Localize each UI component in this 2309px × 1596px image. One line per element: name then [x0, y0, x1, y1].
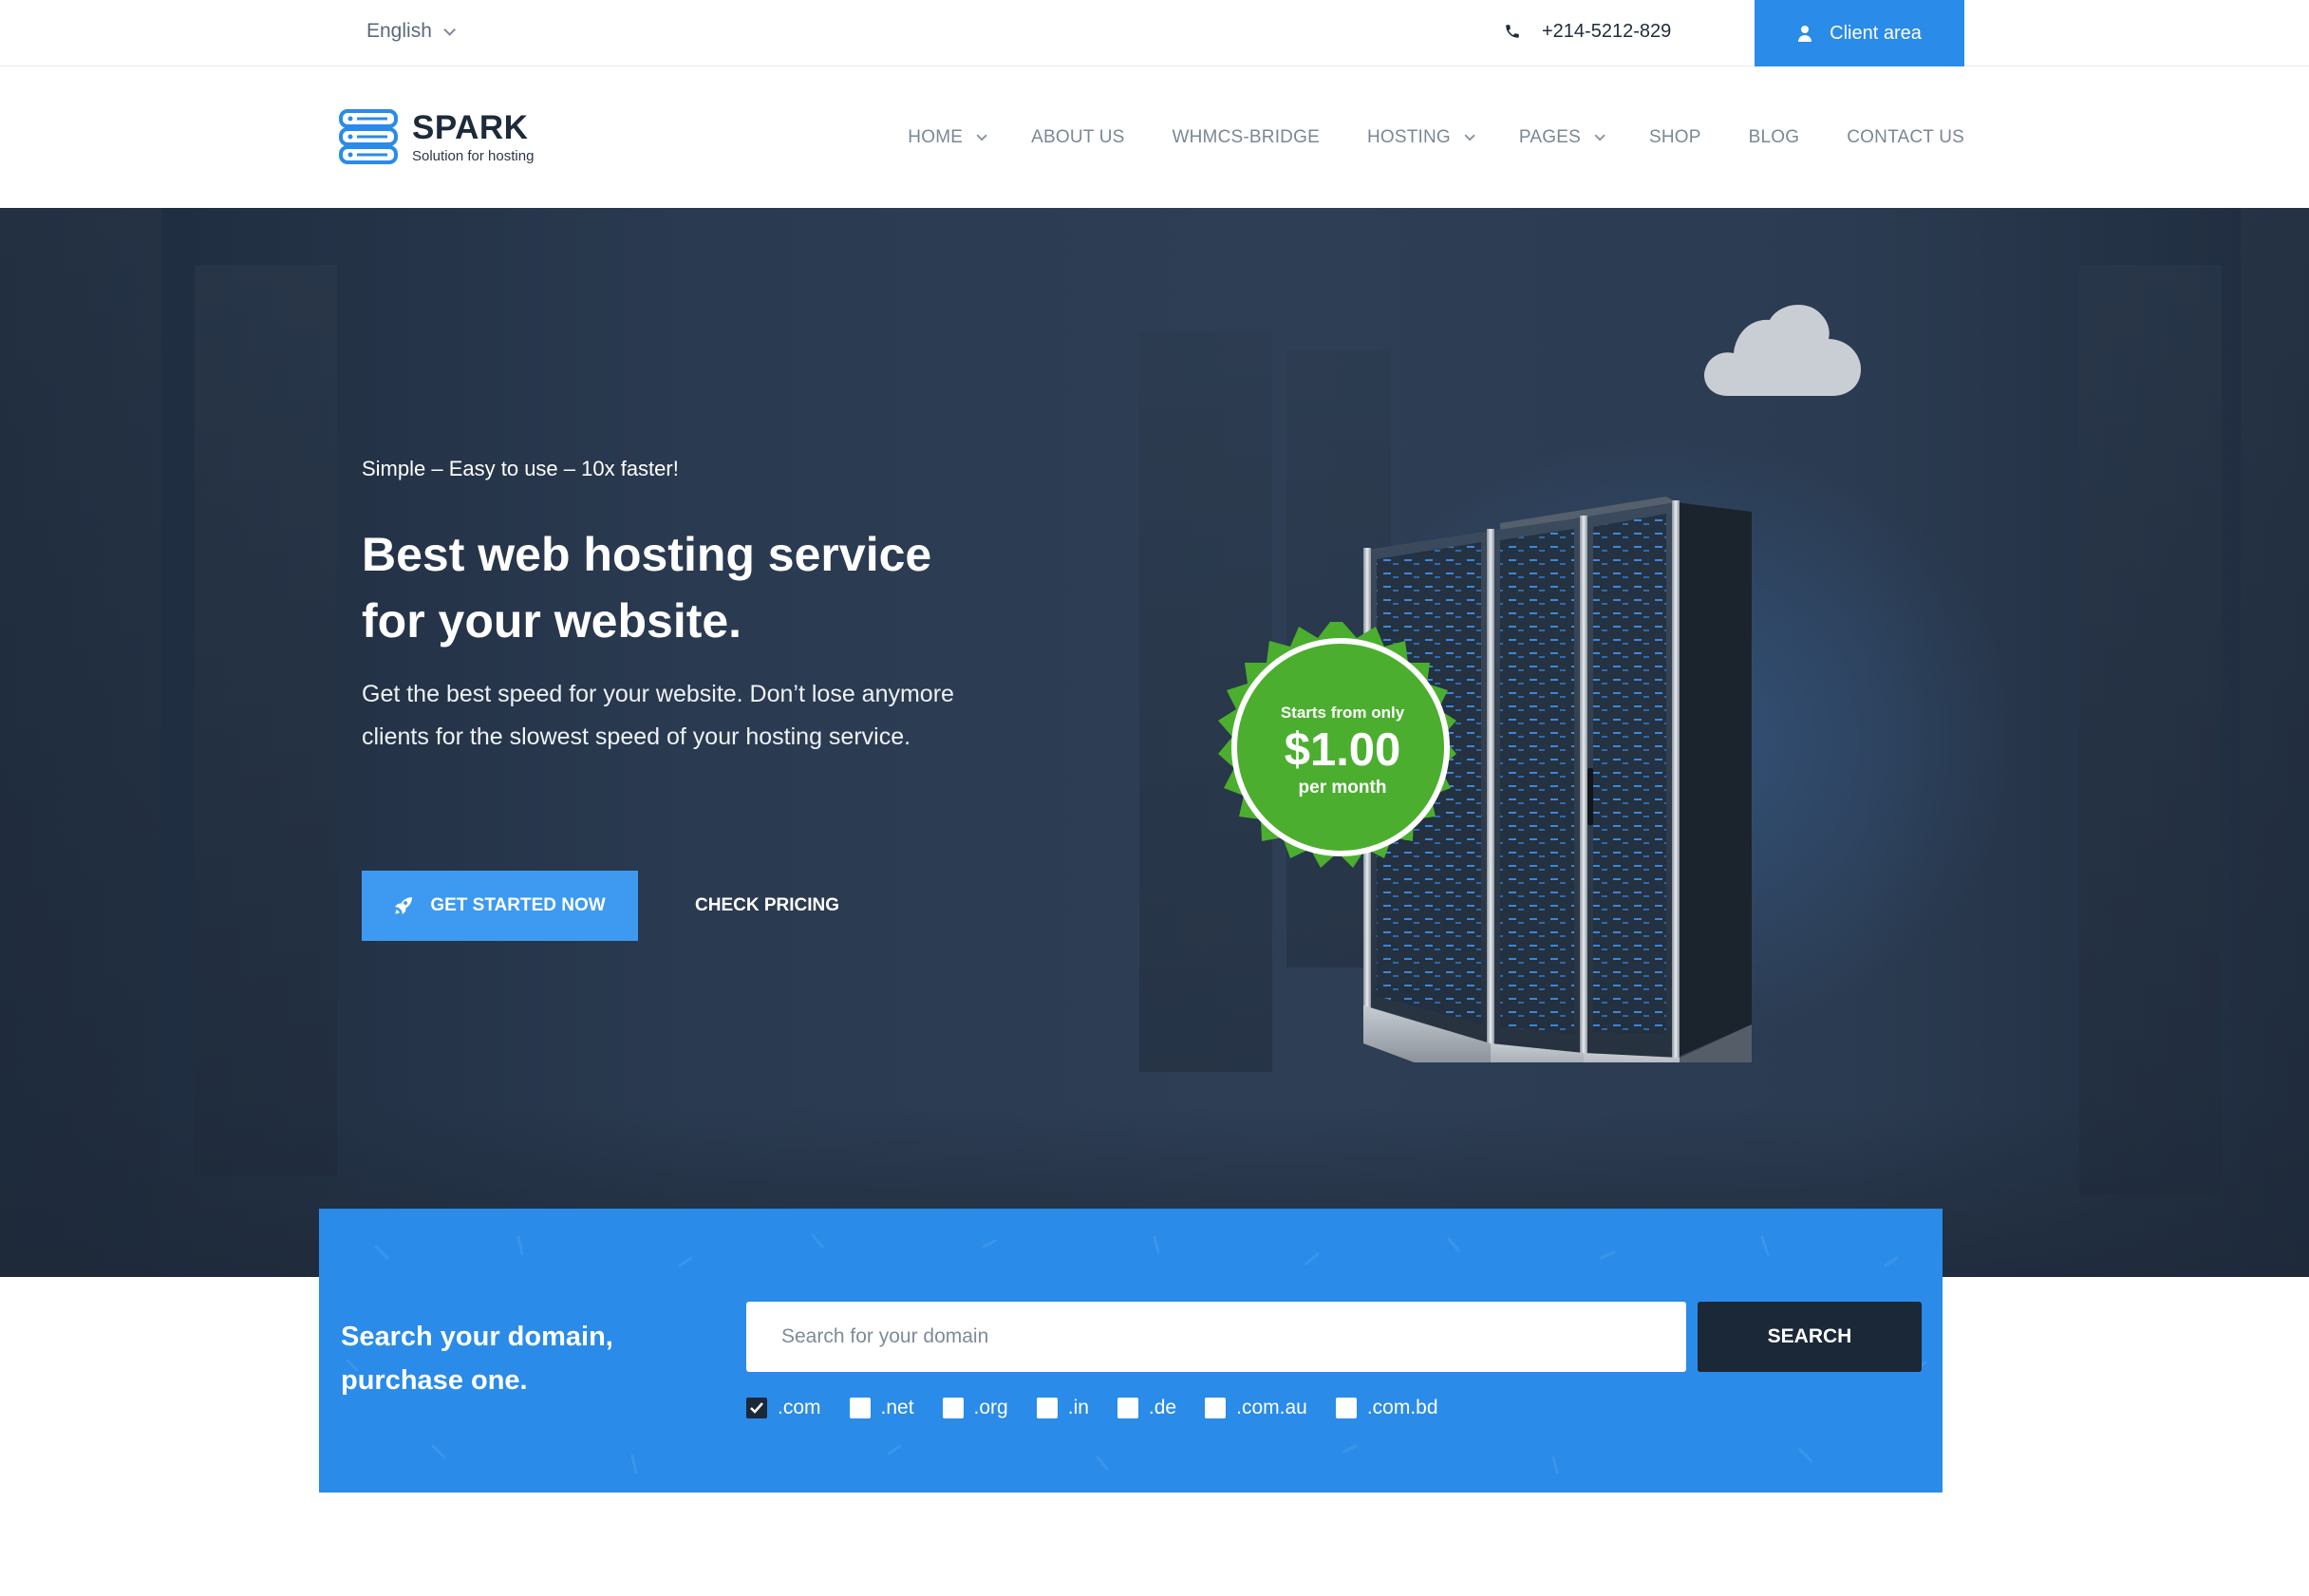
- nav-label: BLOG: [1748, 126, 1800, 147]
- checkbox[interactable]: [849, 1398, 871, 1418]
- checkbox[interactable]: [1205, 1398, 1227, 1418]
- nav-item-pages[interactable]: PAGES: [1518, 126, 1605, 148]
- domain-search-section: Search your domain, purchase one. SEARCH…: [319, 1209, 1943, 1493]
- chevron-down-icon: [1464, 129, 1475, 141]
- badge-per-month: per month: [1298, 778, 1387, 798]
- nav-label: ABOUT US: [1031, 126, 1125, 147]
- nav-label: PAGES: [1518, 126, 1581, 147]
- nav-item-blog[interactable]: BLOG: [1749, 127, 1800, 148]
- hero-title-line2: for your website.: [362, 594, 742, 648]
- nav-item-contact-us[interactable]: CONTACT US: [1847, 127, 1964, 148]
- search-button[interactable]: SEARCH: [1698, 1302, 1922, 1372]
- checkmark-icon: [750, 1402, 763, 1414]
- nav-item-shop[interactable]: SHOP: [1649, 127, 1701, 148]
- checkbox[interactable]: [1117, 1398, 1138, 1418]
- get-started-button[interactable]: GET STARTED NOW: [362, 871, 638, 941]
- main-header: SPARK Solution for hosting HOME ABOUT US…: [0, 66, 2309, 208]
- client-area-label: Client area: [1830, 22, 1922, 44]
- nav-item-hosting[interactable]: HOSTING: [1366, 126, 1475, 148]
- top-bar: English +214-5212-829 Client area: [0, 0, 2309, 66]
- domain-search-title: Search your domain, purchase one.: [341, 1315, 664, 1402]
- checkbox[interactable]: [1036, 1398, 1058, 1418]
- hero-eyebrow: Simple – Easy to use – 10x faster!: [362, 457, 679, 480]
- phone-icon: [1506, 25, 1519, 38]
- language-label: English: [366, 20, 432, 42]
- nav-label: CONTACT US: [1847, 126, 1964, 147]
- hero-title: Best web hosting service for your websit…: [362, 521, 1026, 654]
- background-rack: [2079, 265, 2222, 1195]
- hero-description: Get the best speed for your website. Don…: [362, 681, 954, 750]
- language-selector[interactable]: English: [366, 0, 456, 63]
- nav-label: HOSTING: [1366, 126, 1451, 147]
- chevron-down-icon: [976, 129, 987, 141]
- nav-item-about-us[interactable]: ABOUT US: [1031, 127, 1124, 148]
- tld-label: .de: [1148, 1397, 1177, 1418]
- nav-item-whmcs-bridge[interactable]: WHMCS-BRIDGE: [1173, 127, 1320, 148]
- tld-option-com[interactable]: .com: [746, 1397, 821, 1419]
- checkbox[interactable]: [1335, 1398, 1357, 1418]
- price-badge: Starts from only $1.00 per month: [1208, 616, 1477, 886]
- cloud-icon: [1704, 304, 1861, 396]
- checkbox[interactable]: [942, 1398, 964, 1418]
- nav-label: HOME: [908, 126, 964, 147]
- rocket-icon: [395, 897, 413, 914]
- brand-name: SPARK: [412, 108, 529, 146]
- hero-section: Simple – Easy to use – 10x faster! Best …: [0, 208, 2309, 1277]
- server-stack-icon: [339, 109, 398, 164]
- tld-label: .net: [880, 1397, 914, 1418]
- nav-label: WHMCS-BRIDGE: [1172, 126, 1320, 147]
- hero-title-line1: Best web hosting service: [362, 528, 932, 581]
- badge-starts-from: Starts from only: [1280, 704, 1405, 722]
- badge-price: $1.00: [1284, 724, 1401, 776]
- check-pricing-link[interactable]: CHECK PRICING: [695, 871, 839, 941]
- nav-item-home[interactable]: HOME: [908, 126, 987, 148]
- nav-label: SHOP: [1648, 126, 1701, 147]
- main-nav: HOME ABOUT US WHMCS-BRIDGE HOSTING PAGES…: [908, 66, 1964, 208]
- logo-text: SPARK Solution for hosting: [412, 108, 535, 164]
- tld-option-net[interactable]: .net: [849, 1397, 914, 1419]
- tld-label: .com: [778, 1397, 821, 1418]
- tld-option-org[interactable]: .org: [942, 1397, 1008, 1419]
- get-started-label: GET STARTED NOW: [430, 895, 606, 915]
- brand-tagline: Solution for hosting: [412, 147, 535, 164]
- tld-option-com-au[interactable]: .com.au: [1205, 1397, 1307, 1419]
- tld-label: .com.au: [1236, 1397, 1307, 1418]
- tld-options: .com .net .org .in .de .com.au .com.bd: [746, 1397, 1467, 1419]
- tld-option-de[interactable]: .de: [1117, 1397, 1176, 1419]
- tld-option-com-bd[interactable]: .com.bd: [1335, 1397, 1438, 1419]
- background-rack: [195, 265, 337, 1176]
- tld-option-in[interactable]: .in: [1036, 1397, 1089, 1419]
- phone-contact[interactable]: +214-5212-829: [1504, 0, 1671, 63]
- tld-label: .in: [1067, 1397, 1089, 1418]
- phone-number: +214-5212-829: [1542, 20, 1672, 42]
- chevron-down-icon: [443, 23, 456, 36]
- domain-title-line2: purchase one.: [341, 1365, 528, 1396]
- checkbox-checked[interactable]: [746, 1398, 767, 1418]
- site-logo[interactable]: SPARK Solution for hosting: [338, 108, 534, 165]
- tld-label: .org: [973, 1397, 1008, 1418]
- domain-search-input[interactable]: [746, 1302, 1686, 1372]
- chevron-down-icon: [1594, 129, 1605, 141]
- user-icon: [1798, 26, 1812, 42]
- tld-label: .com.bd: [1366, 1397, 1438, 1418]
- domain-title-line1: Search your domain,: [341, 1322, 613, 1352]
- client-area-button[interactable]: Client area: [1755, 0, 1964, 66]
